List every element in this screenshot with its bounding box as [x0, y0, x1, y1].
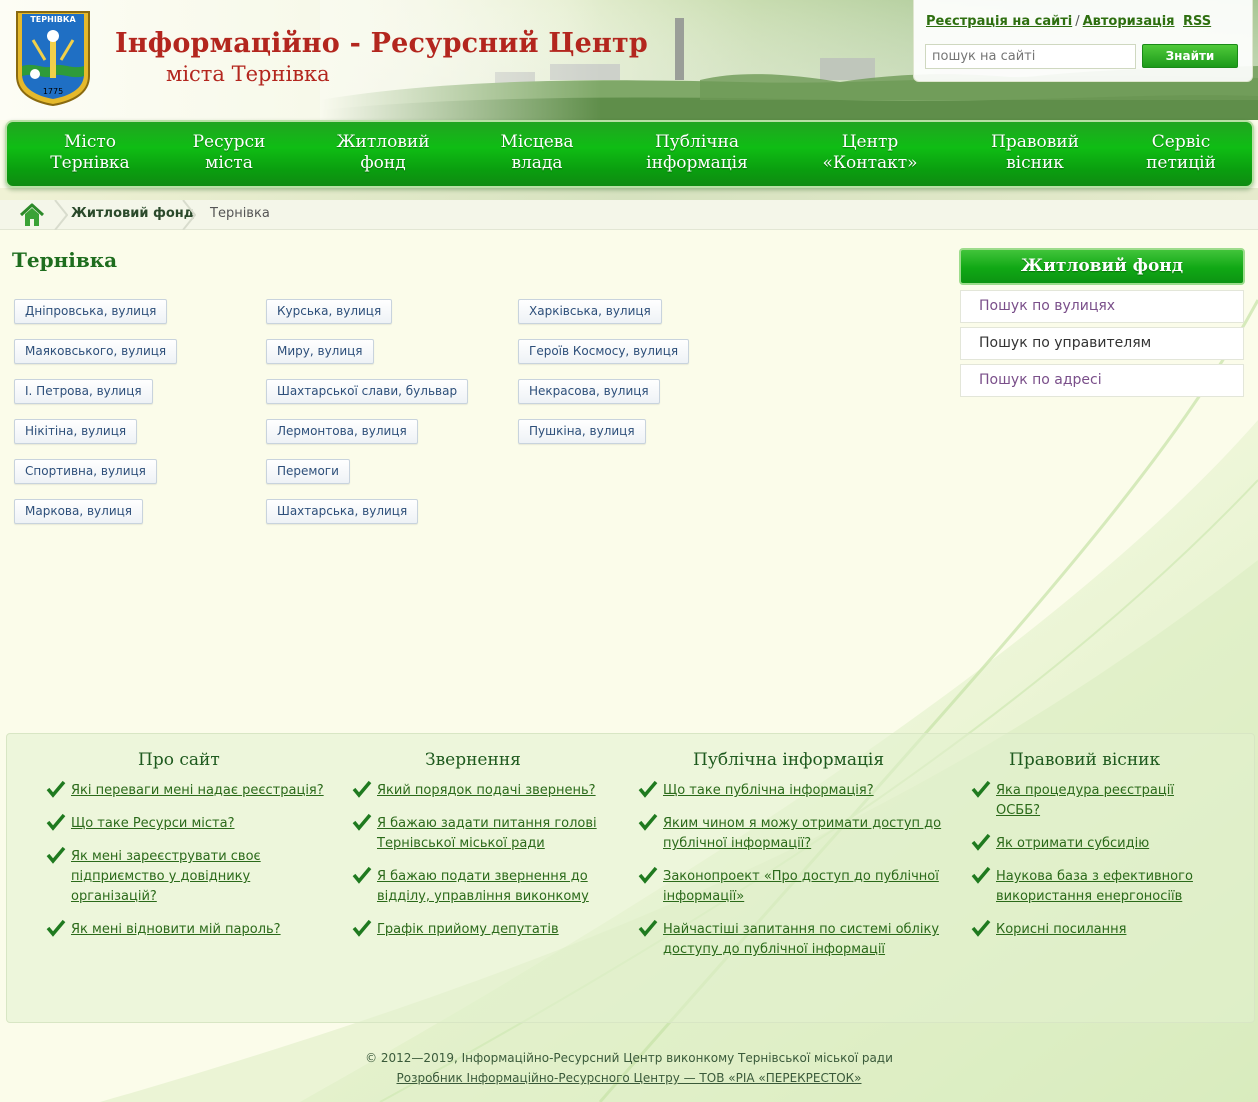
auth-search-panel: Реєстрація на сайті/Авторизація RSS Знай…	[913, 0, 1253, 82]
site-subtitle: міста Тернівка	[166, 62, 330, 86]
nav-item-legal-bulletin[interactable]: Правовий вісник	[980, 132, 1090, 174]
street-button[interactable]: Дніпровська, вулиця	[14, 299, 168, 324]
register-link[interactable]: Реєстрація на сайті	[926, 14, 1072, 29]
rss-link[interactable]: RSS	[1183, 14, 1211, 29]
street-button[interactable]: І. Петрова, вулиця	[14, 379, 153, 404]
footer-link[interactable]: Корисні посилання	[996, 920, 1201, 940]
street-button[interactable]: Некрасова, вулиця	[518, 379, 660, 404]
street-button[interactable]: Спортивна, вулиця	[14, 459, 157, 484]
footer-link[interactable]: Які переваги мені надає реєстрація?	[71, 781, 331, 801]
footer-column-title: Звернення	[425, 750, 521, 770]
checkmark-icon	[352, 813, 372, 831]
street-button[interactable]: Маркова, вулиця	[14, 499, 143, 524]
nav-item-city[interactable]: Місто Тернівка	[40, 132, 140, 174]
footer-link[interactable]: Законопроект «Про доступ до публічної ін…	[663, 867, 948, 907]
checkmark-icon	[352, 780, 372, 798]
street-button[interactable]: Пушкіна, вулиця	[518, 419, 646, 444]
nav-item-local-government[interactable]: Місцева влада	[487, 132, 587, 174]
svg-text:ТЕРНІВКА: ТЕРНІВКА	[30, 15, 76, 24]
site-title: Інформаційно - Ресурсний Центр	[115, 28, 648, 59]
street-button[interactable]: Маяковського, вулиця	[14, 339, 178, 364]
city-emblem-logo: ТЕРНІВКА 1775	[16, 11, 90, 106]
street-button[interactable]: Харківська, вулиця	[518, 299, 662, 324]
breadcrumb-item-housing[interactable]: Житловий фонд	[71, 206, 194, 221]
street-button[interactable]: Шахтарська, вулиця	[266, 499, 419, 524]
page-title: Тернівка	[12, 248, 118, 272]
street-button[interactable]: Курська, вулиця	[266, 299, 393, 324]
breadcrumb: Житловий фонд Тернівка	[0, 200, 1258, 230]
footer-link[interactable]: Найчастіші запитання по системі обліку д…	[663, 920, 948, 960]
footer-link[interactable]: Який порядок подачі звернень?	[377, 781, 607, 801]
login-link[interactable]: Авторизація	[1083, 14, 1175, 29]
checkmark-icon	[638, 813, 658, 831]
street-button[interactable]: Лермонтова, вулиця	[266, 419, 418, 444]
sidebar-item-search-address[interactable]: Пошук по адресі	[960, 364, 1244, 397]
checkmark-icon	[46, 780, 66, 798]
street-button[interactable]: Шахтарської слави, бульвар	[266, 379, 469, 404]
checkmark-icon	[638, 866, 658, 884]
checkmark-icon	[971, 780, 991, 798]
nav-bottom-strip	[0, 188, 1258, 200]
footer-link[interactable]: Яким чином я можу отримати доступ до пуб…	[663, 814, 948, 854]
svg-text:1775: 1775	[43, 87, 63, 96]
footer-link[interactable]: Яка процедура реєстрації ОСББ?	[996, 781, 1201, 821]
checkmark-icon	[46, 813, 66, 831]
nav-item-public-info[interactable]: Публічна інформація	[632, 132, 762, 174]
breadcrumb-item-current: Тернівка	[210, 206, 270, 221]
nav-item-resources[interactable]: Ресурси міста	[179, 132, 279, 174]
footer-link[interactable]: Як мені відновити мій пароль?	[71, 920, 331, 940]
footer-link[interactable]: Я бажаю подати звернення до відділу, упр…	[377, 867, 607, 907]
footer-link[interactable]: Що таке публічна інформація?	[663, 781, 948, 801]
footer-column-title: Правовий вісник	[1009, 750, 1161, 770]
footer-link[interactable]: Я бажаю задати питання голові Тернівсько…	[377, 814, 607, 854]
checkmark-icon	[46, 919, 66, 937]
nav-item-petitions[interactable]: Сервіс петицій	[1131, 132, 1231, 174]
sidebar-item-search-managers[interactable]: Пошук по управителям	[960, 327, 1244, 360]
copyright-text: © 2012—2019, Інформаційно-Ресурсний Цент…	[365, 1051, 893, 1065]
street-button[interactable]: Миру, вулиця	[266, 339, 374, 364]
site-header: ТЕРНІВКА 1775 Інформаційно - Ресурсний Ц…	[0, 0, 1258, 120]
footer-link[interactable]: Як мені зареєструвати своє підприємство …	[71, 847, 271, 907]
sidebar-item-search-streets[interactable]: Пошук по вулицях	[960, 290, 1244, 323]
main-navigation: Місто Тернівка Ресурси міста Житловий фо…	[5, 120, 1254, 188]
checkmark-icon	[352, 919, 372, 937]
footer-link[interactable]: Наукова база з ефективного використання …	[996, 867, 1201, 907]
footer-link[interactable]: Як отримати субсидію	[996, 834, 1201, 854]
street-button[interactable]: Перемоги	[266, 459, 350, 484]
footer-column-title: Публічна інформація	[693, 750, 885, 770]
checkmark-icon	[352, 866, 372, 884]
nav-item-contact-center[interactable]: Центр «Контакт»	[815, 132, 925, 174]
sidebar-title: Житловий фонд	[959, 248, 1245, 285]
checkmark-icon	[638, 919, 658, 937]
footer-link[interactable]: Що таке Ресурси міста?	[71, 814, 331, 834]
street-button[interactable]: Героїв Космосу, вулиця	[518, 339, 690, 364]
breadcrumb-separator-icon	[182, 200, 196, 230]
checkmark-icon	[46, 846, 66, 864]
breadcrumb-separator-icon	[54, 200, 68, 230]
home-icon[interactable]	[18, 202, 46, 228]
search-button[interactable]: Знайти	[1142, 44, 1238, 68]
checkmark-icon	[971, 919, 991, 937]
footer-link[interactable]: Графік прийому депутатів	[377, 920, 607, 940]
checkmark-icon	[971, 833, 991, 851]
checkmark-icon	[638, 780, 658, 798]
auth-links: Реєстрація на сайті / Авторизація	[926, 14, 1175, 29]
street-button[interactable]: Нікітіна, вулиця	[14, 419, 138, 444]
footer-column-title: Про сайт	[138, 750, 220, 770]
developer-link[interactable]: Розробник Інформаційно-Ресурсного Центру…	[0, 1071, 1258, 1085]
search-input[interactable]	[925, 44, 1136, 69]
auth-separator: /	[1075, 14, 1080, 29]
checkmark-icon	[971, 866, 991, 884]
nav-item-housing[interactable]: Житловий фонд	[328, 132, 438, 174]
